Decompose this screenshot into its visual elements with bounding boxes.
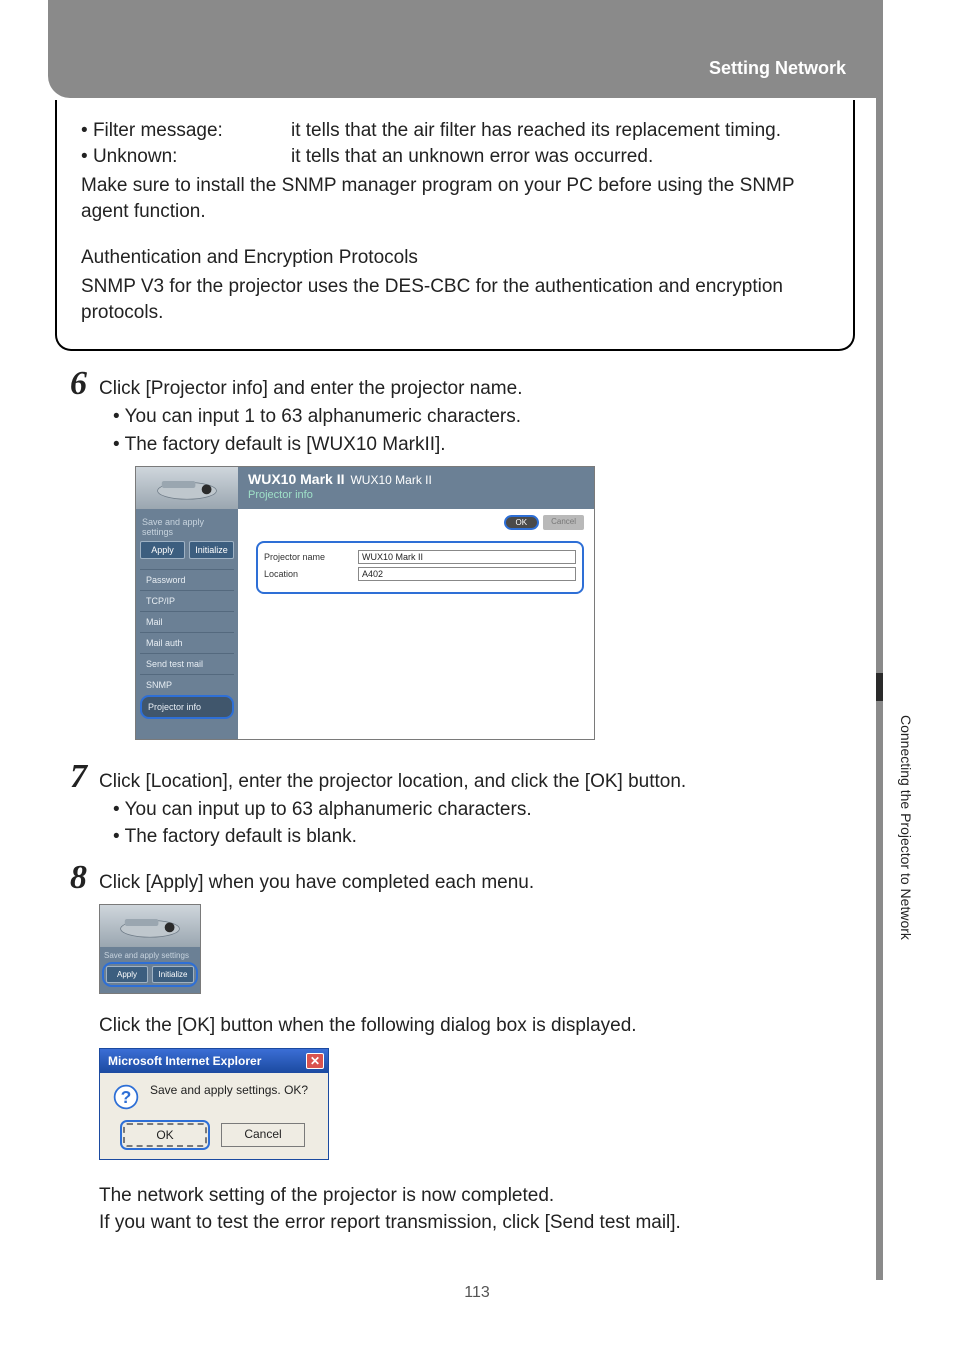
right-bar [876,0,883,1280]
panel-subtitle: Projector info [248,489,586,501]
projector-icon [136,467,238,509]
step-6: 6 Click [Projector info] and enter the p… [63,375,855,740]
bullet-filter-label: Filter message: [81,118,291,144]
projector-info-panel: WUX10 Mark II WUX10 Mark II Projector inf… [135,466,595,740]
content-area: Filter message: it tells that the air fi… [55,100,855,1255]
label-projector-name: Projector name [264,552,350,562]
projector-icon-small [100,905,200,947]
dialog-cancel-button[interactable]: Cancel [221,1123,305,1147]
save-apply-label: Save and apply settings [142,517,232,537]
menu-mail-auth[interactable]: Mail auth [140,632,234,653]
header-strip: Setting Network [48,0,876,98]
menu-mail[interactable]: Mail [140,611,234,632]
page-number: 113 [0,1284,954,1302]
initialize-button[interactable]: Initialize [189,541,234,559]
apply-button-2[interactable]: Apply [106,966,148,983]
step-6-title: Click [Projector info] and enter the pro… [99,375,855,403]
panel-controls: OK Cancel [504,515,584,530]
step-7-bullet-1: You can input up to 63 alphanumeric char… [113,796,855,824]
apply-button[interactable]: Apply [140,541,185,559]
bullet-filter-text: it tells that the air filter has reached… [291,118,829,144]
step-8-title: Click [Apply] when you have completed ea… [99,869,855,897]
page: Setting Network Connecting the Projector… [0,0,954,1352]
step-6-number: 6 [53,365,87,403]
info-box: Filter message: it tells that the air fi… [55,100,855,351]
apply-init-row: Apply Initialize [140,541,234,559]
figure-projector-info: WUX10 Mark II WUX10 Mark II Projector inf… [135,466,855,740]
question-icon: ? [112,1083,140,1111]
bullet-unknown-text: it tells that an unknown error was occur… [291,144,829,170]
brand-small: WUX10 Mark II [350,473,431,487]
apply-init-highlight: Apply Initialize [104,964,196,985]
figure-dialog: Microsoft Internet Explorer ✕ ? Save and… [99,1048,855,1160]
step-7: 7 Click [Location], enter the projector … [63,768,855,851]
panel-sidebar: Save and apply settings Apply Initialize… [136,509,238,739]
svg-text:?: ? [121,1087,132,1107]
step-8-after-1: The network setting of the projector is … [99,1182,855,1210]
figure-apply: Save and apply settings Apply Initialize [99,904,855,994]
panel-title-area: WUX10 Mark II WUX10 Mark II Projector inf… [238,467,594,509]
bullet-unknown-label: Unknown: [81,144,291,170]
section-side-label: Connecting the Projector to Network [894,715,914,965]
dialog-titlebar: Microsoft Internet Explorer ✕ [100,1049,328,1073]
menu-send-test-mail[interactable]: Send test mail [140,653,234,674]
input-location[interactable] [358,567,576,581]
right-bar-notch [876,673,883,701]
menu-projector-info[interactable]: Projector info [140,695,234,719]
cancel-button[interactable]: Cancel [543,515,584,530]
menu-snmp[interactable]: SNMP [140,674,234,695]
panel-header: WUX10 Mark II WUX10 Mark II Projector inf… [136,467,594,509]
close-icon[interactable]: ✕ [306,1053,324,1069]
step-6-bullet-1: You can input 1 to 63 alphanumeric chara… [113,403,855,431]
snmp-install-note: Make sure to install the SNMP manager pr… [81,173,829,224]
row-location: Location [264,567,576,581]
step-6-bullet-2: The factory default is [WUX10 MarkII]. [113,431,855,459]
dialog-buttons: OK Cancel [100,1117,328,1159]
dialog-message: Save and apply settings. OK? [150,1083,308,1097]
steps: 6 Click [Projector info] and enter the p… [63,375,855,1236]
bullet-filter: Filter message: it tells that the air fi… [81,118,829,144]
header-title: Setting Network [709,58,846,79]
sidebar-menu: Password TCP/IP Mail Mail auth Send test… [140,569,234,719]
ok-button[interactable]: OK [504,515,540,530]
menu-password[interactable]: Password [140,569,234,590]
dialog-body: ? Save and apply settings. OK? [100,1073,328,1117]
save-apply-label-2: Save and apply settings [104,951,196,960]
menu-tcpip[interactable]: TCP/IP [140,590,234,611]
step-8-line-2: Click the [OK] button when the following… [99,1012,855,1040]
step-8-number: 8 [53,859,87,897]
fields-highlight: Projector name Location [256,541,584,594]
dialog-ok-button[interactable]: OK [123,1123,207,1147]
panel-form: OK Cancel Projector name [238,509,594,739]
initialize-button-2[interactable]: Initialize [152,966,194,983]
step-8: 8 Click [Apply] when you have completed … [63,869,855,1237]
row-projector-name: Projector name [264,550,576,564]
auth-heading: Authentication and Encryption Protocols [81,245,829,271]
confirm-dialog: Microsoft Internet Explorer ✕ ? Save and… [99,1048,329,1160]
label-location: Location [264,569,350,579]
step-7-title: Click [Location], enter the projector lo… [99,768,855,796]
step-7-number: 7 [53,758,87,796]
auth-text: SNMP V3 for the projector uses the DES-C… [81,274,829,325]
step-7-bullet-2: The factory default is blank. [113,823,855,851]
input-projector-name[interactable] [358,550,576,564]
brand-large: WUX10 Mark II [248,471,344,487]
bullet-unknown: Unknown: it tells that an unknown error … [81,144,829,170]
dialog-title: Microsoft Internet Explorer [108,1054,261,1068]
step-8-after-2: If you want to test the error report tra… [99,1209,855,1237]
apply-panel: Save and apply settings Apply Initialize [99,904,201,994]
